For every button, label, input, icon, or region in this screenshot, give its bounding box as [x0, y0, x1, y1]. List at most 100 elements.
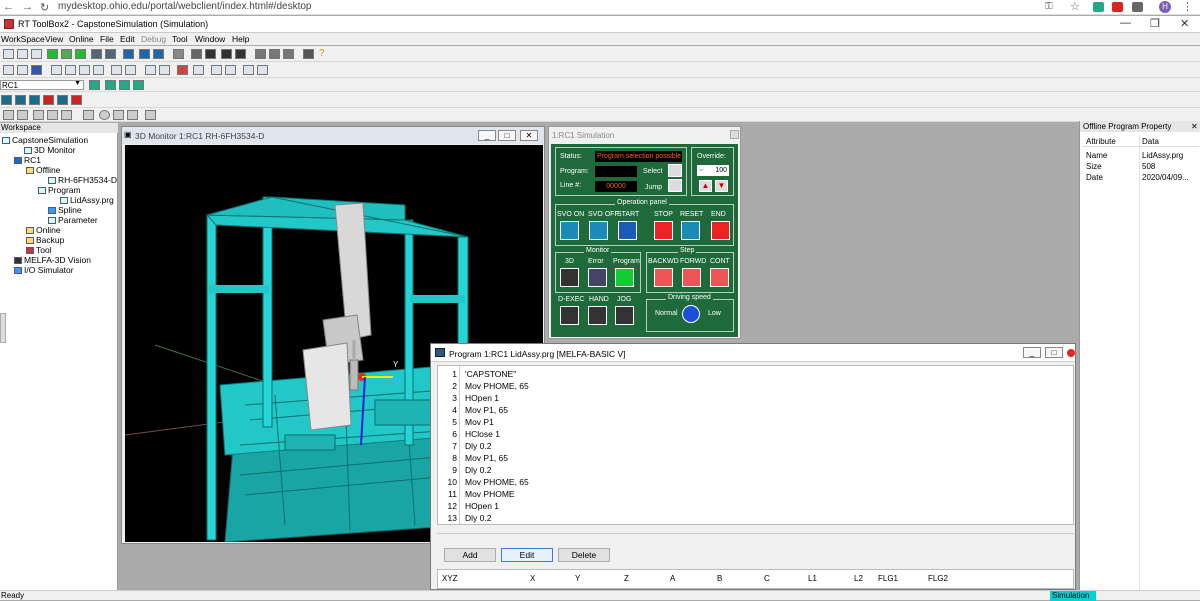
servo-off-icon[interactable]	[15, 95, 26, 105]
step-icon[interactable]	[17, 110, 28, 120]
jump-button[interactable]	[668, 179, 682, 192]
minimize-button[interactable]: _	[1023, 347, 1041, 358]
code-line[interactable]: Mov PHOME, 65	[465, 477, 529, 487]
record-icon[interactable]	[173, 49, 184, 59]
find-icon[interactable]	[145, 65, 156, 75]
minimize-button[interactable]: _	[478, 130, 496, 141]
pause-icon[interactable]	[113, 110, 124, 120]
list-icon[interactable]	[225, 65, 236, 75]
menu-workspace[interactable]: WorkSpace	[1, 34, 45, 44]
backward-button[interactable]	[654, 268, 673, 287]
breakpoint-icon[interactable]	[47, 110, 58, 120]
edit-button[interactable]: Edit	[501, 548, 553, 562]
svo-on-button[interactable]	[560, 221, 579, 240]
paste-icon[interactable]	[79, 65, 90, 75]
code-line[interactable]: Mov P1, 65	[465, 405, 508, 415]
override-down-button[interactable]: ▼	[715, 180, 728, 192]
copy-icon[interactable]	[65, 65, 76, 75]
settings-icon[interactable]	[133, 80, 144, 90]
cascade-icon[interactable]	[139, 49, 150, 59]
forward-icon[interactable]: →	[22, 1, 33, 13]
close-icon[interactable]: ✕	[1191, 122, 1198, 131]
menu-help[interactable]: Help	[232, 34, 249, 44]
code-line[interactable]: 'CAPSTONE"	[465, 369, 516, 379]
play-icon[interactable]	[127, 110, 138, 120]
replace-icon[interactable]	[159, 65, 170, 75]
io-monitor-icon[interactable]	[105, 49, 116, 59]
menu-window[interactable]: Window	[195, 34, 225, 44]
menu-view[interactable]: View	[45, 34, 63, 44]
cut-icon[interactable]	[51, 65, 62, 75]
minimize-icon[interactable]: —	[1120, 17, 1131, 29]
reset-icon[interactable]	[57, 95, 68, 105]
menu-online[interactable]: Online	[69, 34, 94, 44]
save-icon[interactable]	[31, 65, 42, 75]
position-icon[interactable]	[193, 65, 204, 75]
reset-button[interactable]	[681, 221, 700, 240]
close-workspace-icon[interactable]	[31, 49, 42, 59]
stop-icon[interactable]	[43, 95, 54, 105]
tool-icon[interactable]	[269, 49, 280, 59]
breakpoint-icon[interactable]	[33, 110, 44, 120]
stop-button[interactable]	[654, 221, 673, 240]
tree-item[interactable]: Backup	[26, 235, 64, 245]
offline-icon[interactable]	[61, 49, 72, 59]
menu-debug[interactable]: Debug	[141, 34, 166, 44]
back-icon[interactable]: ←	[3, 1, 14, 13]
online-icon[interactable]	[47, 49, 58, 59]
monitor-icon[interactable]	[91, 49, 102, 59]
jog-icon[interactable]	[191, 49, 202, 59]
jog-button[interactable]	[615, 306, 634, 325]
zoom-icon[interactable]	[221, 49, 232, 59]
error-button[interactable]	[588, 268, 607, 287]
record-icon[interactable]	[99, 110, 110, 120]
select-program-button[interactable]	[668, 164, 682, 177]
step-icon[interactable]	[3, 110, 14, 120]
code-line[interactable]: Dly 0.2	[465, 441, 491, 451]
menu-edit[interactable]: Edit	[120, 34, 135, 44]
end-icon[interactable]	[71, 95, 82, 105]
tool-icon[interactable]	[283, 49, 294, 59]
tool-icon[interactable]	[255, 49, 266, 59]
undo-icon[interactable]	[111, 65, 122, 75]
menu-file[interactable]: File	[100, 34, 114, 44]
delete-icon[interactable]	[93, 65, 104, 75]
robot-icon[interactable]	[119, 80, 130, 90]
watch-icon[interactable]	[83, 110, 94, 120]
tree-item[interactable]: 3D Monitor	[24, 145, 76, 155]
maximize-button[interactable]: □	[1045, 347, 1063, 358]
code-editor[interactable]: 1 2 3 4 5 6 7 8 9 10 11 12 13 'CAPSTONE"…	[437, 365, 1074, 525]
close-button[interactable]	[730, 130, 739, 139]
tree-item[interactable]: Parameter	[48, 215, 98, 225]
menu-tool[interactable]: Tool	[172, 34, 188, 44]
program-field[interactable]	[595, 166, 637, 177]
code-line[interactable]: HOpen 1	[465, 501, 499, 511]
extension-icon[interactable]	[1132, 2, 1143, 12]
workspace-icon[interactable]	[3, 49, 14, 59]
tree-item[interactable]: MELFA-3D Vision	[14, 255, 91, 265]
star-icon[interactable]: ☆	[1070, 0, 1080, 13]
tile-icon[interactable]	[123, 49, 134, 59]
program-icon[interactable]	[105, 80, 116, 90]
continue-button[interactable]	[710, 268, 729, 287]
delete-button[interactable]: Delete	[558, 548, 610, 562]
connect-icon[interactable]	[89, 80, 100, 90]
tree-item[interactable]: Offline	[26, 165, 60, 175]
maximize-button[interactable]: □	[498, 130, 516, 141]
extension-icon[interactable]	[1112, 2, 1123, 12]
check-icon[interactable]	[177, 65, 188, 75]
code-line[interactable]: Mov PHOME, 65	[465, 381, 529, 391]
tree-item[interactable]: LidAssy.prg	[60, 195, 114, 205]
tree-item[interactable]: RH-6FH3534-D	[48, 175, 117, 185]
code-line[interactable]: HClose 1	[465, 429, 500, 439]
hand-button[interactable]	[588, 306, 607, 325]
robot-select[interactable]: RC1 ▼	[0, 80, 84, 90]
breakpoint-icon[interactable]	[61, 110, 72, 120]
close-button[interactable]	[1067, 349, 1075, 357]
print-icon[interactable]	[303, 49, 314, 59]
3d-monitor-button[interactable]	[560, 268, 579, 287]
grid-icon[interactable]	[243, 65, 254, 75]
program-monitor-button[interactable]	[615, 268, 634, 287]
simulation-icon[interactable]	[75, 49, 86, 59]
code-line[interactable]: Dly 0.2	[465, 465, 491, 475]
